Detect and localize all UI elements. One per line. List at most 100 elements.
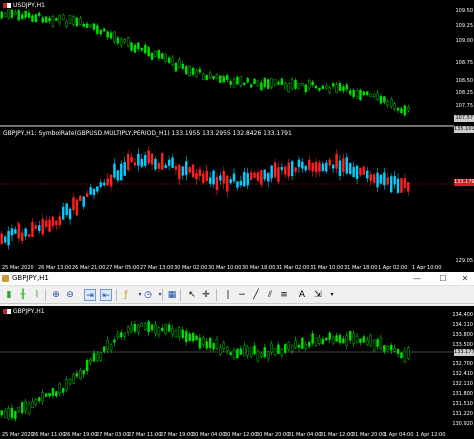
candle-body (51, 16, 55, 27)
candle-body (277, 167, 280, 183)
time-label: 30 Mar 10:00 (208, 265, 242, 271)
price-label: 109.50 (455, 8, 474, 14)
candle-body (85, 193, 89, 198)
time-label: 31 Mar 18:00 (344, 265, 378, 271)
auto-scroll-icon[interactable]: ⇥ (84, 289, 96, 301)
candle-body (79, 370, 82, 380)
candle-body (396, 108, 400, 111)
time-label: 31 Mar 12:00 (320, 432, 354, 438)
candle-body (284, 166, 287, 175)
candle-body (24, 10, 27, 18)
candle-body (393, 348, 396, 352)
candle-body (3, 410, 7, 418)
candle-body (44, 393, 48, 397)
candle-body (99, 182, 103, 187)
indicator-price-axis[interactable]: 135.101 133.179 129.05 (454, 126, 474, 265)
dropdown-arrow-icon[interactable]: ▾ (154, 289, 166, 301)
candle-body (154, 324, 157, 334)
candle-body (137, 153, 140, 166)
indicators-icon[interactable]: ƒ (120, 289, 132, 301)
candle-body (92, 353, 96, 362)
candle-body (184, 331, 188, 343)
candle-body (301, 161, 304, 169)
indicator-pane-title: GBPJPY,H1: SymbolRate(GBPUSD.MULTIPLY,PE… (3, 130, 292, 137)
flag-icon (3, 3, 11, 8)
text-label-icon[interactable]: A (296, 289, 308, 301)
gbpjpy-chart[interactable]: GBPJPY,H1 134.400 134.110 133.800 133.50… (0, 306, 474, 439)
candle-body (331, 83, 335, 87)
candle-body (65, 379, 68, 390)
minimize-button[interactable]: — (410, 273, 424, 285)
candle-body (7, 230, 10, 246)
arrow-shapes-icon[interactable]: ⇲ (312, 289, 324, 301)
candle-body (301, 83, 304, 87)
main-price-pane[interactable]: USDJPY,H1 (0, 0, 454, 125)
candle-body (102, 182, 106, 186)
candle-body (27, 12, 31, 18)
candle-body (355, 165, 359, 180)
candle-body (75, 373, 79, 377)
crosshair-icon[interactable]: ✛ (200, 289, 212, 301)
candle-body (249, 172, 253, 180)
dropdown-arrow-icon[interactable]: ▾ (326, 289, 338, 301)
sub-price-axis[interactable]: 134.400 134.110 133.800 133.500 133.177 … (452, 306, 474, 432)
candle-body (376, 92, 379, 100)
candle-body (294, 340, 297, 348)
candle-body (321, 85, 325, 89)
candle-body (161, 153, 164, 170)
candle-body (253, 78, 256, 84)
top-chart-window: USDJPY,H1 109.50 109.25 109.00 108.75 10… (0, 0, 474, 272)
chart-shift-icon[interactable]: ⇤ (100, 289, 112, 301)
candle-body (31, 221, 34, 238)
cursor-icon[interactable]: ↖ (186, 289, 198, 301)
time-label: 27 Mar 19:00 (160, 432, 194, 438)
candle-body (198, 68, 202, 73)
bar-chart-icon[interactable]: ▮ (3, 289, 15, 301)
candle-body (174, 62, 178, 72)
candle-body (92, 23, 96, 30)
candle-body (41, 17, 44, 23)
fibonacci-icon[interactable]: ≡ (278, 289, 290, 301)
candle-body (130, 157, 133, 163)
window-titlebar[interactable]: GBPJPY,H1 — ☐ ✕ (0, 272, 474, 286)
vertical-line-icon[interactable]: | (222, 289, 234, 301)
channel-icon[interactable]: ⫽ (264, 289, 276, 301)
templates-icon[interactable]: ▦ (166, 289, 178, 301)
candle-body (246, 346, 249, 356)
candle-body (290, 344, 294, 352)
candle-body (403, 178, 407, 188)
line-chart-icon[interactable]: ⌇ (31, 289, 43, 301)
time-label: 1 Apr 10:00 (412, 265, 442, 271)
candle-body (407, 107, 410, 111)
candle-body (366, 170, 369, 179)
candle-body (383, 345, 386, 352)
candle-body (236, 348, 239, 359)
candle-body (263, 347, 267, 358)
candle-body (133, 324, 137, 332)
candlestick-icon[interactable]: ╫ (17, 289, 29, 301)
zoom-in-icon[interactable]: ⊕ (50, 289, 62, 301)
maximize-button[interactable]: ☐ (436, 273, 450, 285)
trendline-icon[interactable]: ╱ (250, 289, 262, 301)
toolbar-separator (180, 289, 181, 301)
candle-body (236, 181, 239, 188)
candle-body (307, 79, 311, 89)
zoom-out-icon[interactable]: ⊖ (64, 289, 76, 301)
close-button[interactable]: ✕ (458, 273, 472, 285)
candle-body (178, 327, 181, 338)
candle-body (137, 42, 140, 49)
candle-body (85, 360, 89, 372)
candle-body (328, 87, 331, 93)
candle-body (246, 173, 249, 186)
horizontal-line-icon[interactable]: − (236, 289, 248, 301)
candle-body (191, 164, 195, 178)
periods-icon[interactable]: ◷ (142, 289, 154, 301)
indicator-pane[interactable]: GBPJPY,H1: SymbolRate(GBPUSD.MULTIPLY,PE… (0, 127, 454, 265)
current-price-tag: 133.177 (454, 349, 474, 356)
candle-body (154, 51, 157, 57)
candle-body (287, 162, 290, 177)
main-price-axis[interactable]: 109.50 109.25 109.00 108.75 108.50 108.2… (454, 0, 474, 125)
main-pane-title: USDJPY,H1 (3, 2, 45, 9)
candle-body (239, 180, 243, 186)
candle-body (17, 10, 21, 21)
